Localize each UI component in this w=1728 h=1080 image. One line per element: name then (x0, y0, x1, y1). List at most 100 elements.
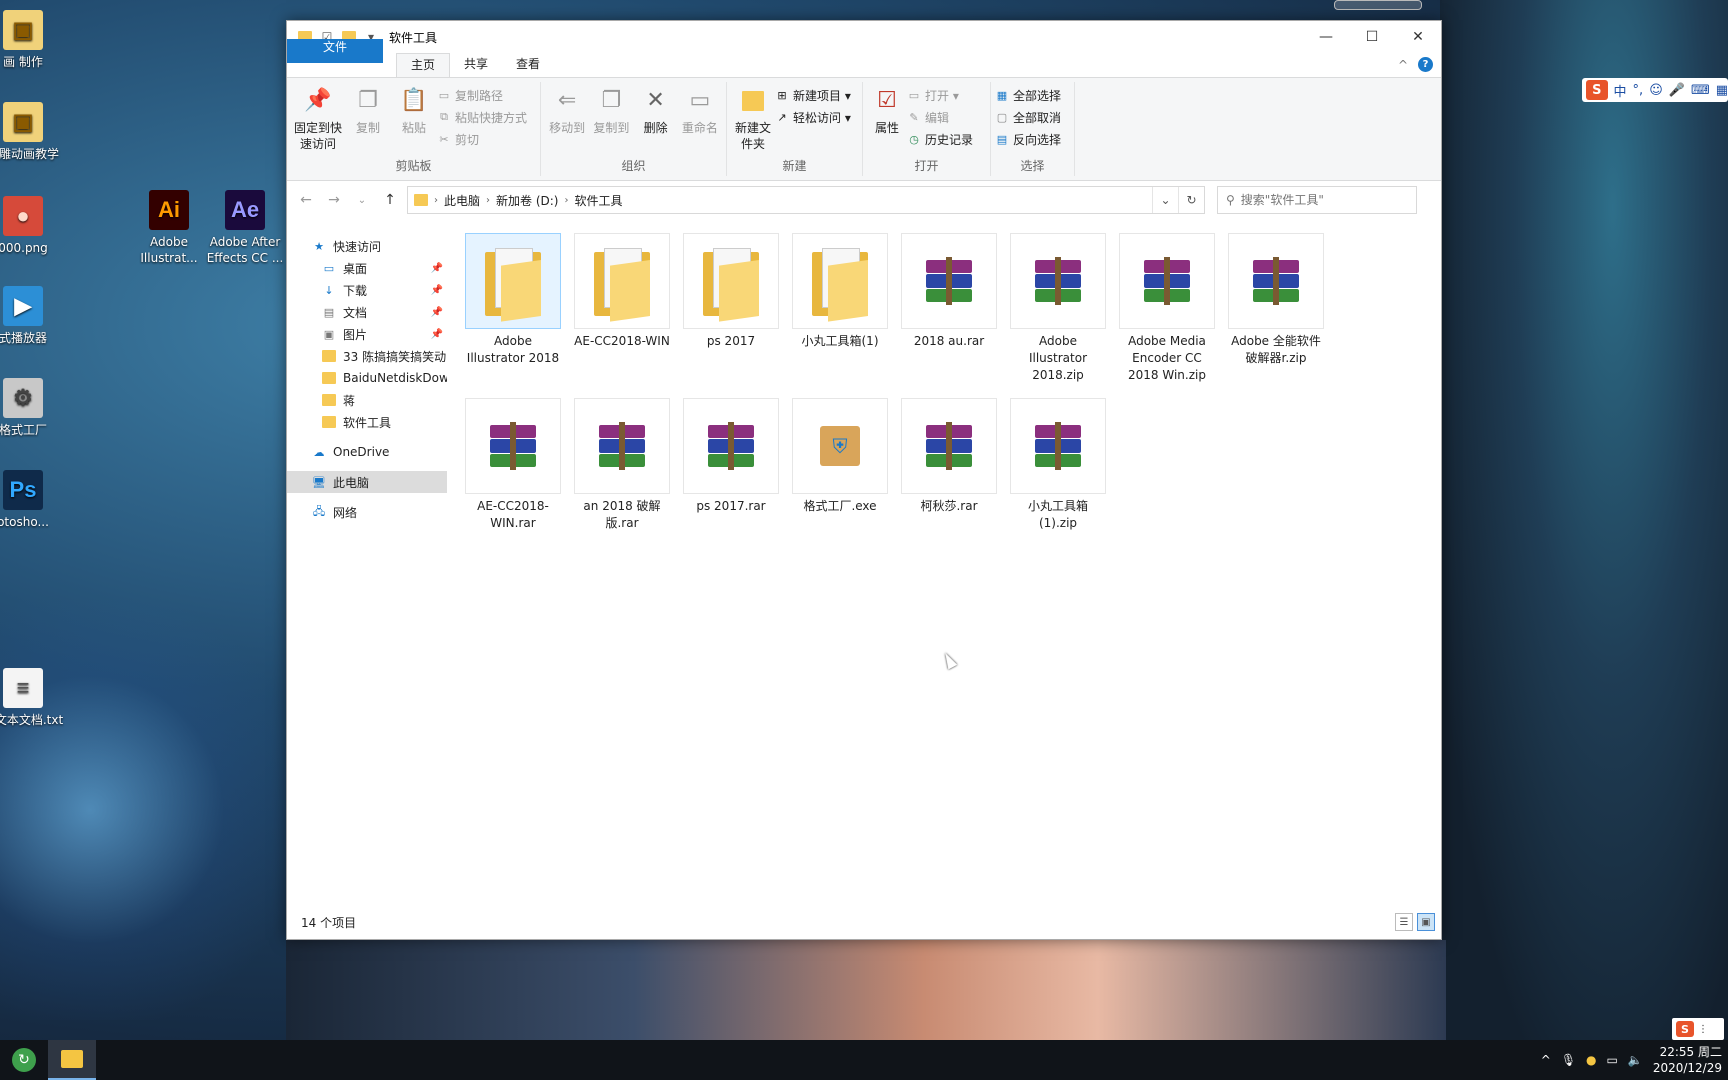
search-input[interactable] (1240, 193, 1401, 207)
desktop-icon[interactable]: ⚙ 格式工厂 (0, 378, 64, 438)
nav-item[interactable]: ↓ 下载 📌 (287, 279, 447, 301)
file-item[interactable]: 小丸工具箱(1) (792, 233, 888, 384)
file-item[interactable]: ps 2017 (683, 233, 779, 384)
nav-network[interactable]: 🖧 网络 (287, 501, 447, 523)
volume-icon[interactable]: 🔈 (1628, 1053, 1643, 1067)
breadcrumb-this-pc[interactable]: 此电脑 (444, 192, 480, 209)
collapse-ribbon-icon[interactable]: ^ (1398, 58, 1408, 72)
search-box[interactable]: ⚲ (1217, 186, 1417, 214)
file-thumbnail (683, 398, 779, 494)
ime-menu-icon[interactable]: ⋮ (1698, 1024, 1708, 1035)
title-bar[interactable]: ☑ ▾ 软件工具 — ☐ ✕ (287, 21, 1441, 53)
emoji-icon[interactable]: ☺ (1649, 83, 1663, 98)
open-button[interactable]: ▭ 打开 ▾ (907, 86, 973, 104)
taskbar-explorer-button[interactable] (48, 1040, 96, 1080)
ime-punct[interactable]: °, (1633, 83, 1644, 98)
nav-item[interactable]: 33 陈搞搞笑搞笑动 (287, 345, 447, 367)
desktop-icon[interactable]: ● 000.png (0, 196, 64, 256)
folder-icon (321, 349, 337, 363)
grid-icon[interactable]: ▦ (1716, 83, 1728, 98)
start-button[interactable]: ↻ (0, 1040, 48, 1080)
desktop-icon[interactable]: Ai Adobe Illustrat... (128, 190, 210, 266)
file-item[interactable]: AE-CC2018-WIN (574, 233, 670, 384)
select-none-button[interactable]: ▢ 全部取消 (995, 108, 1061, 126)
large-icons-view-icon[interactable]: ▣ (1417, 913, 1435, 931)
desktop-icon[interactable]: ▣ 沙雕动画教学 (0, 102, 64, 162)
new-item-button[interactable]: ⊞ 新建项目 ▾ (775, 86, 850, 104)
file-name: 柯秋莎.rar (920, 499, 978, 513)
breadcrumb-drive[interactable]: 新加卷 (D:) (496, 192, 558, 209)
start-orb-icon: ↻ (12, 1048, 36, 1072)
file-item[interactable]: Adobe 全能软件破解器r.zip (1228, 233, 1324, 384)
tray-app-icon[interactable]: ● (1586, 1053, 1596, 1067)
ime-mini-toolbar[interactable]: S ⋮ (1672, 1018, 1724, 1040)
star-icon: ★ (314, 239, 324, 253)
file-list-area[interactable]: Adobe Illustrator 2018 AE-CC2018-WIN ps 20… (447, 227, 1445, 905)
new-folder-icon (738, 86, 768, 116)
tab-home[interactable]: 主页 (396, 53, 451, 77)
minimize-button[interactable]: — (1303, 21, 1349, 53)
keyboard-icon[interactable]: ⌨ (1691, 83, 1710, 98)
nav-quick-access[interactable]: ★ 快速访问 (287, 235, 447, 257)
nav-item[interactable]: ▤ 文档 📌 (287, 301, 447, 323)
file-item[interactable]: Adobe Illustrator 2018 (465, 233, 561, 384)
desktop-icon[interactable]: ▣ 画 制作 (0, 10, 64, 70)
file-item[interactable]: Adobe Media Encoder CC 2018 Win.zip (1119, 233, 1215, 384)
desktop-icon[interactable]: Ae Adobe After Effects CC ... (204, 190, 286, 266)
edit-button[interactable]: ✎ 编辑 (907, 108, 973, 126)
file-name: Adobe Media Encoder CC 2018 Win.zip (1128, 334, 1206, 382)
nav-item[interactable]: 软件工具 (287, 411, 447, 433)
nav-onedrive[interactable]: ☁ OneDrive (287, 441, 447, 463)
file-item[interactable]: AE-CC2018-WIN.rar (465, 398, 561, 532)
search-icon: ⚲ (1226, 193, 1235, 207)
file-thumbnail (465, 398, 561, 494)
maximize-button[interactable]: ☐ (1349, 21, 1395, 53)
microphone-icon[interactable]: 🎤 (1669, 83, 1685, 98)
ime-toolbar[interactable]: S 中 °, ☺ 🎤 ⌨ ▦ (1582, 78, 1728, 102)
desktop-icon[interactable]: Ps otosho... (0, 470, 64, 530)
file-item[interactable]: 2018 au.rar (901, 233, 997, 384)
desktop-icon[interactable]: ▶ 式播放器 (0, 286, 64, 346)
tray-chevron-up-icon[interactable]: ^ (1541, 1053, 1551, 1067)
select-all-button[interactable]: ▦ 全部选择 (995, 86, 1061, 104)
file-item[interactable]: 柯秋莎.rar (901, 398, 997, 532)
nav-item[interactable]: ▣ 图片 📌 (287, 323, 447, 345)
easy-access-button[interactable]: ↗ 轻松访问 ▾ (775, 108, 850, 126)
nav-this-pc[interactable]: 🖥 此电脑 (287, 471, 447, 493)
breadcrumb-current[interactable]: 软件工具 (574, 192, 622, 209)
paste-shortcut-button[interactable]: ⧉ 粘贴快捷方式 (437, 108, 527, 126)
nav-item[interactable]: ▭ 桌面 📌 (287, 257, 447, 279)
close-button[interactable]: ✕ (1395, 21, 1441, 53)
desktop-icon[interactable]: ≡ 建文本文档.txt (0, 668, 64, 728)
refresh-icon[interactable]: ↻ (1178, 187, 1204, 213)
nav-item[interactable]: BaiduNetdiskDow (287, 367, 447, 389)
file-item[interactable]: Adobe Illustrator 2018.zip (1010, 233, 1106, 384)
desktop-icon-glyph: ● (3, 196, 43, 236)
taskbar-clock[interactable]: 22:55 周二 2020/12/29 (1653, 1044, 1722, 1076)
tab-file[interactable]: 文件 (287, 39, 383, 63)
forward-arrow-icon[interactable]: → (323, 192, 345, 208)
address-bar[interactable]: › 此电脑 › 新加卷 (D:) › 软件工具 ⌄ ↻ (407, 186, 1205, 214)
address-history-chevron-icon[interactable]: ⌄ (1152, 187, 1178, 213)
help-icon[interactable]: ? (1418, 57, 1433, 72)
details-view-icon[interactable]: ☰ (1395, 913, 1413, 931)
file-item[interactable]: ps 2017.rar (683, 398, 779, 532)
microphone-icon[interactable]: 🎙 (1561, 1053, 1576, 1067)
recent-chevron-icon[interactable]: ⌄ (351, 195, 373, 206)
file-item[interactable]: ⛨ 格式工厂.exe (792, 398, 888, 532)
file-item[interactable]: 小丸工具箱(1).zip (1010, 398, 1106, 532)
copy-path-button[interactable]: ▭ 复制路径 (437, 86, 527, 104)
invert-selection-button[interactable]: ▤ 反向选择 (995, 130, 1061, 148)
history-button[interactable]: ◷ 历史记录 (907, 130, 973, 148)
ime-mode[interactable]: 中 (1614, 81, 1627, 100)
back-arrow-icon[interactable]: ← (295, 192, 317, 208)
system-tray: ^ 🎙 ● ▭ 🔈 22:55 周二 2020/12/29 (1541, 1040, 1722, 1080)
nav-item[interactable]: 蒋 (287, 389, 447, 411)
tab-share[interactable]: 共享 (450, 53, 502, 77)
up-arrow-icon[interactable]: ↑ (379, 192, 401, 208)
file-item[interactable]: an 2018 破解版.rar (574, 398, 670, 532)
tab-view[interactable]: 查看 (502, 53, 554, 77)
file-name: 2018 au.rar (913, 334, 985, 348)
network-icon[interactable]: ▭ (1607, 1053, 1618, 1067)
cut-button[interactable]: ✂ 剪切 (437, 130, 527, 148)
